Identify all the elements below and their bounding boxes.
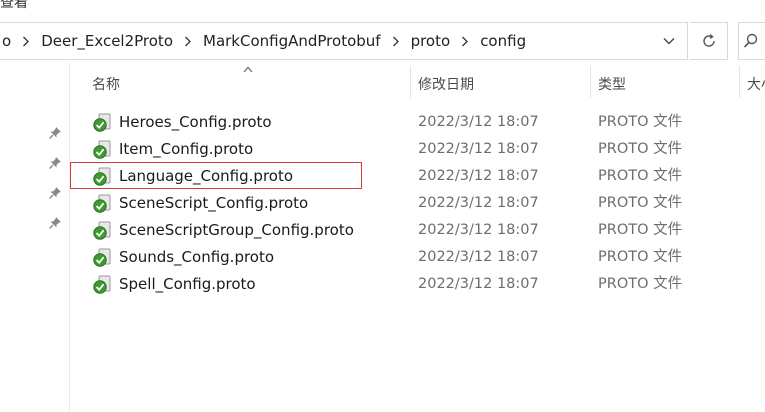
column-header-size[interactable]: 大小	[747, 66, 765, 102]
column-header-modified[interactable]: 修改日期	[418, 66, 588, 102]
file-type: PROTO 文件	[598, 114, 683, 130]
highlight-box	[70, 162, 362, 189]
file-type: PROTO 文件	[598, 168, 683, 184]
file-modified-date: 2022/3/12 18:07	[418, 222, 539, 238]
file-row[interactable]: SceneScriptGroup_Config.proto 2022/3/12 …	[71, 217, 765, 244]
file-name: SceneScriptGroup_Config.proto	[119, 221, 354, 239]
chevron-right-icon[interactable]	[454, 36, 476, 47]
proto-file-icon	[93, 221, 111, 240]
pin-icon[interactable]	[48, 156, 62, 170]
search-icon	[743, 33, 758, 48]
file-modified-date: 2022/3/12 18:07	[418, 195, 539, 211]
file-modified-date: 2022/3/12 18:07	[418, 249, 539, 265]
proto-file-icon	[93, 140, 111, 159]
file-type: PROTO 文件	[598, 195, 683, 211]
breadcrumb: o Deer_Excel2Proto MarkConfigAndProtobuf…	[0, 23, 530, 59]
column-divider[interactable]	[410, 66, 411, 98]
file-modified-date: 2022/3/12 18:07	[418, 114, 539, 130]
proto-file-icon	[93, 113, 111, 132]
chevron-right-icon[interactable]	[177, 36, 199, 47]
pin-icon[interactable]	[48, 186, 62, 200]
file-type: PROTO 文件	[598, 276, 683, 292]
file-row[interactable]: Sounds_Config.proto 2022/3/12 18:07 PROT…	[71, 244, 765, 271]
refresh-button[interactable]	[690, 22, 728, 60]
file-row[interactable]: Heroes_Config.proto 2022/3/12 18:07 PROT…	[71, 109, 765, 136]
file-row[interactable]: Item_Config.proto 2022/3/12 18:07 PROTO …	[71, 136, 765, 163]
breadcrumb-item-markconfigandprotobuf[interactable]: MarkConfigAndProtobuf	[199, 23, 385, 59]
pin-icon[interactable]	[48, 216, 62, 230]
file-type: PROTO 文件	[598, 249, 683, 265]
breadcrumb-item-proto[interactable]: proto	[407, 23, 455, 59]
file-modified-date: 2022/3/12 18:07	[418, 168, 539, 184]
file-name: Spell_Config.proto	[119, 275, 256, 293]
window-title: 查看	[0, 0, 28, 11]
column-header-name[interactable]: 名称	[92, 66, 408, 102]
column-header-type[interactable]: 类型	[598, 66, 738, 102]
proto-file-icon	[93, 275, 111, 294]
address-bar[interactable]: o Deer_Excel2Proto MarkConfigAndProtobuf…	[0, 22, 688, 60]
file-row[interactable]: Spell_Config.proto 2022/3/12 18:07 PROTO…	[71, 271, 765, 298]
chevron-right-icon[interactable]	[15, 36, 37, 47]
file-modified-date: 2022/3/12 18:07	[418, 276, 539, 292]
file-name: SceneScript_Config.proto	[119, 194, 309, 212]
breadcrumb-item-deer-excel2proto[interactable]: Deer_Excel2Proto	[37, 23, 177, 59]
breadcrumb-item-config[interactable]: config	[476, 23, 530, 59]
pin-icon[interactable]	[48, 126, 62, 140]
column-divider[interactable]	[590, 66, 591, 98]
navigation-pane	[0, 62, 70, 412]
file-modified-date: 2022/3/12 18:07	[418, 141, 539, 157]
proto-file-icon	[93, 248, 111, 267]
file-row[interactable]: SceneScript_Config.proto 2022/3/12 18:07…	[71, 190, 765, 217]
file-name: Item_Config.proto	[119, 140, 254, 158]
file-type: PROTO 文件	[598, 222, 683, 238]
address-history-dropdown[interactable]	[651, 23, 687, 59]
file-name: Sounds_Config.proto	[119, 248, 275, 266]
chevron-down-icon	[663, 38, 675, 45]
file-name: Heroes_Config.proto	[119, 113, 272, 131]
proto-file-icon	[93, 194, 111, 213]
refresh-icon	[702, 34, 715, 47]
chevron-right-icon[interactable]	[385, 36, 407, 47]
breadcrumb-item-parent[interactable]: o	[0, 23, 15, 59]
column-divider[interactable]	[739, 66, 740, 98]
search-box[interactable]	[738, 22, 765, 60]
file-type: PROTO 文件	[598, 141, 683, 157]
